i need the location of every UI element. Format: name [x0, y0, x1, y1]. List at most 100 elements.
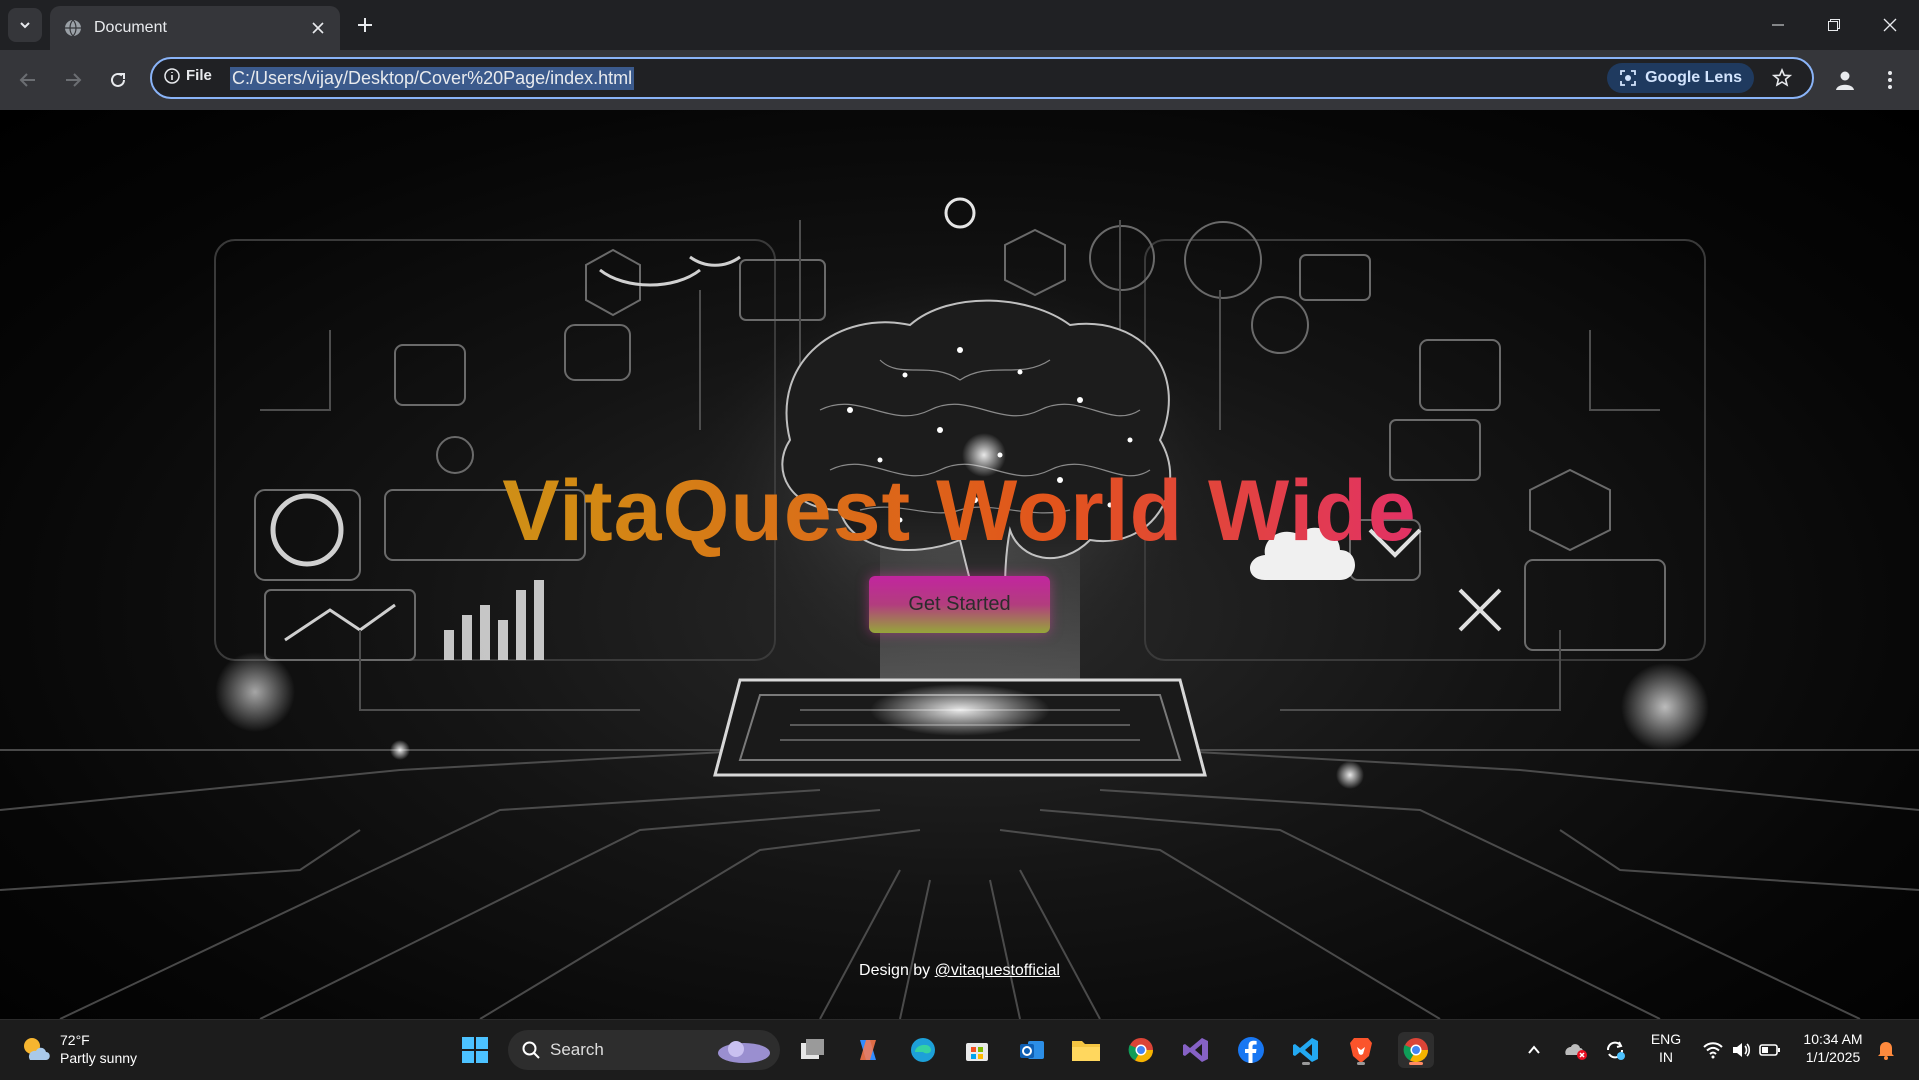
vscode-button[interactable] — [1288, 1032, 1324, 1068]
credit-handle-link[interactable]: @vitaquestofficial — [935, 962, 1060, 979]
tab-strip: Document — [0, 0, 1919, 50]
clock[interactable]: 10:34 AM 1/1/2025 — [1797, 1030, 1869, 1066]
search-label: Search — [550, 1040, 604, 1059]
outlook-icon — [1020, 1041, 1044, 1059]
windows-logo-icon — [462, 1037, 488, 1063]
restore-icon — [1828, 19, 1840, 31]
info-icon — [164, 67, 180, 84]
edge-icon — [911, 1038, 935, 1062]
show-hidden-icons-button[interactable] — [1520, 1032, 1548, 1068]
volume-icon — [1733, 1043, 1751, 1057]
design-credit: Design by @vitaquestofficial — [0, 962, 1919, 980]
onedrive-error-icon — [1565, 1044, 1587, 1060]
credit-prefix: Design by — [859, 962, 935, 979]
new-tab-button[interactable] — [350, 10, 380, 40]
site-info-button[interactable]: File — [164, 67, 212, 84]
bookmark-button[interactable] — [1770, 66, 1794, 90]
browser-toolbar: File C:/Users/vijay/Desktop/Cover%20Page… — [0, 50, 1919, 110]
weather-condition: Partly sunny — [60, 1050, 138, 1066]
chrome-active-button[interactable] — [1398, 1032, 1434, 1068]
onedrive-button[interactable] — [1561, 1032, 1589, 1068]
task-view-button[interactable] — [795, 1032, 831, 1068]
browser-menu-button[interactable] — [1875, 62, 1905, 98]
vscode-icon — [1293, 1038, 1318, 1062]
quick-settings-button[interactable] — [1696, 1032, 1788, 1068]
url-text[interactable]: C:/Users/vijay/Desktop/Cover%20Page/inde… — [230, 67, 635, 90]
running-indicator — [1302, 1062, 1310, 1065]
sync-button[interactable] — [1601, 1032, 1629, 1068]
page-viewport: VitaQuest World Wide Get Started Design … — [0, 110, 1919, 1019]
more-vertical-icon — [1888, 71, 1892, 89]
get-started-button[interactable]: Get Started — [869, 576, 1050, 633]
restore-button[interactable] — [1806, 0, 1862, 50]
address-bar[interactable]: File C:/Users/vijay/Desktop/Cover%20Page… — [150, 57, 1814, 99]
chrome-icon — [1128, 1038, 1153, 1063]
minimize-icon — [1772, 24, 1784, 26]
brave-button[interactable] — [1343, 1032, 1379, 1068]
google-lens-label: Google Lens — [1645, 69, 1742, 86]
chevron-down-icon — [20, 22, 30, 29]
ai-brain-background-illustration — [0, 197, 1919, 1019]
profile-button[interactable] — [1827, 62, 1863, 98]
folder-icon — [1072, 1041, 1100, 1061]
wifi-icon — [1703, 1042, 1723, 1059]
outlook-button[interactable] — [1014, 1032, 1050, 1068]
file-explorer-button[interactable] — [1068, 1032, 1104, 1068]
brave-icon — [1350, 1038, 1372, 1063]
chrome-icon — [1403, 1038, 1428, 1063]
start-button[interactable] — [457, 1032, 493, 1068]
hero-title: VitaQuest World Wide — [0, 462, 1919, 561]
weather-temp: 72°F — [60, 1032, 90, 1048]
visual-studio-button[interactable] — [1178, 1032, 1214, 1068]
back-button[interactable] — [10, 62, 46, 98]
search-icon — [522, 1041, 540, 1059]
clock-time: 10:34 AM — [1803, 1031, 1863, 1047]
bell-icon — [1878, 1042, 1894, 1060]
close-icon — [312, 22, 324, 34]
task-view-icon — [801, 1039, 824, 1059]
tab-title: Document — [94, 19, 167, 36]
sync-icon — [1607, 1041, 1625, 1060]
lens-icon — [1620, 70, 1636, 86]
tab-document[interactable]: Document — [50, 6, 340, 50]
close-window-button[interactable] — [1862, 0, 1918, 50]
reload-button[interactable] — [100, 62, 136, 98]
notifications-button[interactable] — [1870, 1032, 1902, 1068]
close-tab-button[interactable] — [304, 14, 332, 42]
plus-icon — [358, 18, 372, 32]
chrome-button[interactable] — [1123, 1032, 1159, 1068]
battery-icon — [1759, 1044, 1780, 1056]
copilot-button[interactable] — [850, 1032, 886, 1068]
partly-sunny-icon — [24, 1038, 50, 1060]
visual-studio-icon — [1183, 1038, 1208, 1062]
running-indicator — [1357, 1062, 1365, 1065]
reload-icon — [111, 72, 125, 87]
store-icon — [966, 1043, 988, 1061]
weather-widget[interactable]: 72°F Partly sunny — [20, 1031, 137, 1067]
language-code: ENG — [1650, 1031, 1682, 1047]
forward-button[interactable] — [55, 62, 91, 98]
taskbar-search[interactable]: Search — [508, 1030, 780, 1070]
chevron-up-icon — [1528, 1045, 1540, 1054]
scheme-label: File — [186, 67, 212, 84]
arrow-left-icon — [19, 73, 35, 87]
google-lens-button[interactable]: Google Lens — [1607, 63, 1754, 93]
person-icon — [1836, 71, 1854, 90]
arrow-right-icon — [66, 73, 82, 87]
facebook-button[interactable] — [1233, 1032, 1269, 1068]
active-indicator — [1409, 1062, 1423, 1065]
facebook-icon — [1238, 1037, 1264, 1063]
tab-search-button[interactable] — [8, 8, 42, 42]
edge-button[interactable] — [905, 1032, 941, 1068]
windows-taskbar: 72°F Partly sunny Search ENG IN 10:34 AM… — [0, 1019, 1919, 1080]
region-code: IN — [1659, 1049, 1673, 1065]
close-icon — [1883, 18, 1897, 32]
store-button[interactable] — [959, 1032, 995, 1068]
minimize-button[interactable] — [1750, 0, 1806, 50]
star-icon — [1772, 68, 1792, 87]
clock-date: 1/1/2025 — [1805, 1049, 1861, 1065]
input-language-indicator[interactable]: ENG IN — [1646, 1030, 1686, 1066]
copilot-icon — [860, 1040, 876, 1060]
search-highlight-icon — [718, 1041, 770, 1063]
globe-icon — [65, 19, 81, 37]
